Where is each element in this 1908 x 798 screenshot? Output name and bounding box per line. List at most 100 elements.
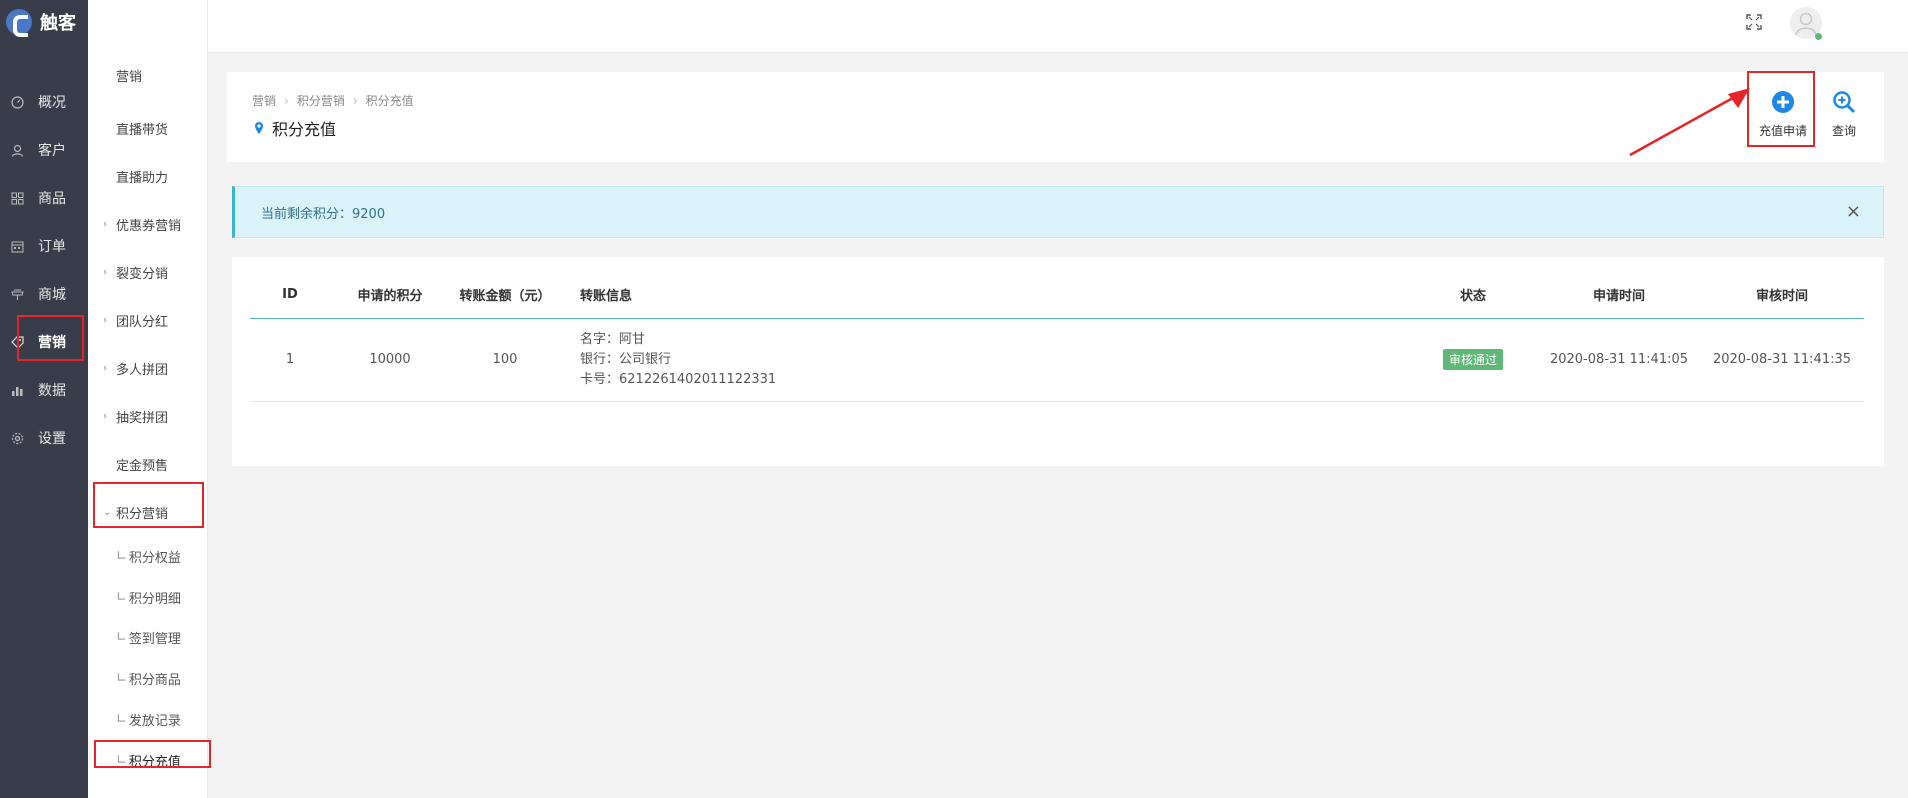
submenu-label: 营销 <box>116 69 143 85</box>
nav-item-label: 营销 <box>38 335 66 351</box>
submenu-points-marketing[interactable]: ⌄ 积分营销 <box>88 497 208 527</box>
submenu-label: 发放记录 <box>128 713 181 729</box>
brand-logo[interactable]: 触客 <box>0 0 88 44</box>
submenu-points-recharge[interactable]: ∟ 积分充值 <box>88 745 208 775</box>
recharge-table-card: ID 申请的积分 转账金额（元） 转账信息 状态 申请时间 审核时间 1 100… <box>232 257 1884 466</box>
cell-apply-time: 2020-08-31 11:41:05 <box>1538 318 1700 402</box>
chevron-right-icon: › <box>103 218 107 230</box>
tree-branch-icon: ∟ <box>116 752 127 768</box>
cell-transfer-info: 名字：阿甘 银行：公司银行 卡号：6212261402011122331 <box>560 318 1408 402</box>
submenu-label: 定金预售 <box>116 458 169 474</box>
gear-icon <box>10 431 24 445</box>
plus-circle-icon <box>1772 91 1794 113</box>
nav-item-marketing[interactable]: 营销 <box>0 324 88 360</box>
submenu-deposit-presale[interactable]: 定金预售 <box>88 449 208 479</box>
transfer-bank: 银行：公司银行 <box>580 351 672 367</box>
column-header: 审核时间 <box>1700 272 1864 319</box>
submenu-label: 积分明细 <box>128 591 181 607</box>
submenu-lottery-group[interactable]: › 抽奖拼团 <box>88 401 208 431</box>
tag-icon <box>10 335 24 349</box>
submenu-label: 积分权益 <box>128 550 181 566</box>
submenu-points-rights[interactable]: ∟ 积分权益 <box>88 541 208 571</box>
submenu-label: 直播助力 <box>116 170 169 186</box>
tree-branch-icon: ∟ <box>116 670 127 686</box>
store-icon <box>10 287 24 301</box>
breadcrumb: 营销 › 积分营销 › 积分充值 <box>252 92 414 109</box>
submenu-marketing[interactable]: 营销 <box>88 60 208 90</box>
submenu-label: 积分商品 <box>128 672 181 688</box>
bar-chart-icon <box>10 383 24 397</box>
close-icon[interactable]: × <box>1846 203 1861 221</box>
nav-item-overview[interactable]: 概况 <box>0 84 88 120</box>
nav-item-label: 客户 <box>38 143 66 159</box>
chevron-right-icon: › <box>103 266 107 278</box>
submenu-label: 积分充值 <box>128 754 181 770</box>
submenu-live-selling[interactable]: 直播带货 <box>88 113 208 143</box>
nav-item-label: 概况 <box>38 95 66 111</box>
fullscreen-icon[interactable] <box>1746 14 1762 30</box>
tree-branch-icon: ∟ <box>116 589 127 605</box>
submenu-group-buy[interactable]: › 多人拼团 <box>88 353 208 383</box>
submenu-label: 积分营销 <box>116 506 169 522</box>
submenu-team-dividend[interactable]: › 团队分红 <box>88 305 208 335</box>
cell-status: 审核通过 <box>1408 318 1538 402</box>
page-title: 积分充值 <box>252 116 336 140</box>
submenu-points-products[interactable]: ∟ 积分商品 <box>88 663 208 693</box>
brand-name: 触客 <box>40 13 76 34</box>
calendar-icon <box>10 239 24 253</box>
top-bar <box>88 0 1908 53</box>
breadcrumb-separator: › <box>284 94 289 108</box>
chevron-right-icon: › <box>103 314 107 326</box>
nav-item-data[interactable]: 数据 <box>0 372 88 408</box>
table-header-row: ID 申请的积分 转账金额（元） 转账信息 状态 申请时间 审核时间 <box>250 272 1864 319</box>
column-header: 转账信息 <box>560 272 1408 319</box>
column-header: ID <box>250 272 330 319</box>
breadcrumb-item[interactable]: 积分营销 <box>297 94 345 108</box>
cell-id: 1 <box>250 318 330 402</box>
query-button[interactable]: 查询 <box>1814 90 1874 144</box>
submenu-fission-distribution[interactable]: › 裂变分销 <box>88 257 208 287</box>
cell-review-time: 2020-08-31 11:41:35 <box>1700 318 1864 402</box>
table-row: 1 10000 100 名字：阿甘 银行：公司银行 卡号：62122614020… <box>250 318 1864 402</box>
recharge-table: ID 申请的积分 转账金额（元） 转账信息 状态 申请时间 审核时间 1 100… <box>250 272 1864 402</box>
breadcrumb-separator: › <box>352 94 358 108</box>
nav-item-settings[interactable]: 设置 <box>0 420 88 456</box>
tree-branch-icon: ∟ <box>116 711 127 727</box>
tree-branch-icon: ∟ <box>116 548 127 564</box>
points-balance-text: 当前剩余积分：9200 <box>261 206 386 222</box>
submenu-label: 抽奖拼团 <box>116 410 169 426</box>
points-balance-alert: 当前剩余积分：9200 × <box>232 186 1884 238</box>
primary-sidebar: 触客 概况 客户 商品 订单 商城 营销 数据 设置 <box>0 0 88 798</box>
column-header: 状态 <box>1408 272 1538 319</box>
nav-item-customers[interactable]: 客户 <box>0 132 88 168</box>
submenu-label: 多人拼团 <box>116 362 169 378</box>
submenu-points-details[interactable]: ∟ 积分明细 <box>88 582 208 612</box>
nav-item-mall[interactable]: 商城 <box>0 276 88 312</box>
tree-branch-icon: ∟ <box>116 629 127 645</box>
submenu-checkin-management[interactable]: ∟ 签到管理 <box>88 622 208 652</box>
recharge-apply-button[interactable]: 充值申请 <box>1753 90 1813 144</box>
transfer-card: 卡号：6212261402011122331 <box>580 371 777 387</box>
chevron-right-icon: › <box>103 362 107 374</box>
column-header: 转账金额（元） <box>450 272 560 319</box>
secondary-sidebar: 营销 直播带货 直播助力 › 优惠券营销 › 裂变分销 › 团队分红 › 多人拼团 › 抽… <box>88 0 208 798</box>
online-status-dot <box>1815 33 1822 40</box>
nav-item-products[interactable]: 商品 <box>0 180 88 216</box>
nav-item-label: 订单 <box>38 239 66 255</box>
grid-icon <box>10 191 24 205</box>
nav-item-label: 数据 <box>38 383 66 399</box>
submenu-issue-records[interactable]: ∟ 发放记录 <box>88 704 208 734</box>
transfer-name: 名字：阿甘 <box>580 331 646 347</box>
submenu-label: 签到管理 <box>128 631 181 647</box>
page-title-text: 积分充值 <box>272 120 337 139</box>
submenu-coupon-marketing[interactable]: › 优惠券营销 <box>88 209 208 239</box>
breadcrumb-item[interactable]: 营销 <box>252 94 276 108</box>
nav-item-label: 商品 <box>38 191 66 207</box>
status-badge: 审核通过 <box>1442 349 1503 370</box>
annotation-arrow-icon <box>1629 88 1750 157</box>
submenu-live-boost[interactable]: 直播助力 <box>88 161 208 191</box>
nav-item-orders[interactable]: 订单 <box>0 228 88 264</box>
query-label: 查询 <box>1831 124 1856 138</box>
submenu-label: 直播带货 <box>116 122 169 138</box>
breadcrumb-item: 积分充值 <box>365 94 414 108</box>
